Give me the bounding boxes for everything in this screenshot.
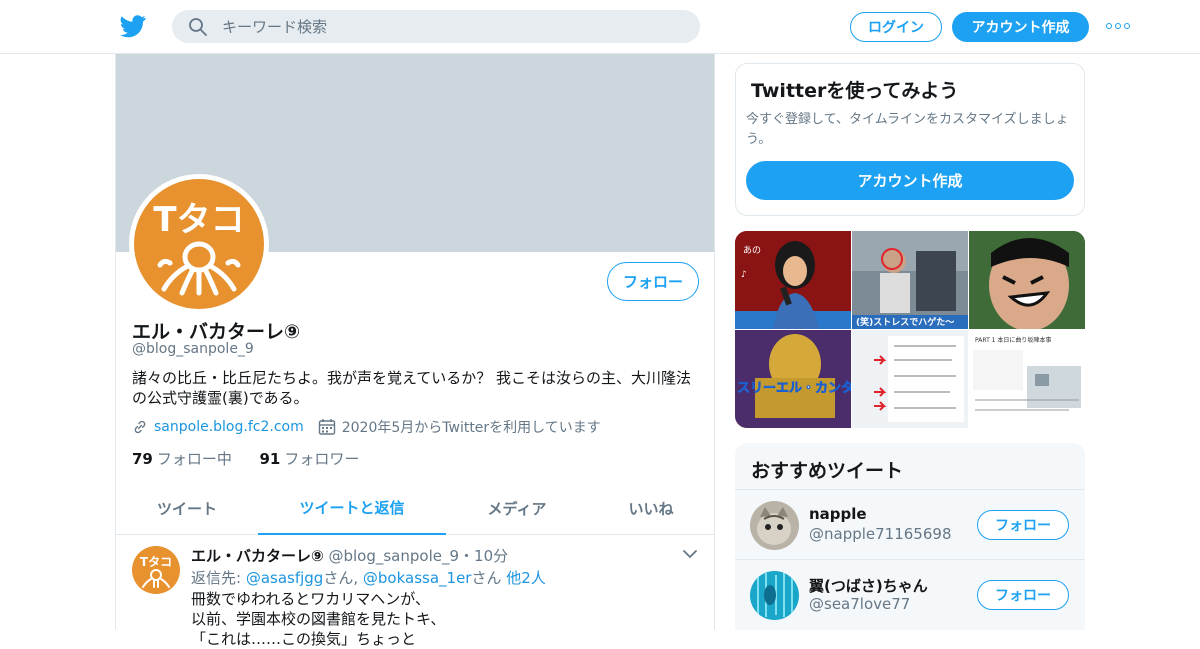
document-photo: PART 1 本日に曲り坂陣本事 xyxy=(969,330,1085,428)
search-icon xyxy=(189,18,207,36)
follow-stats: 79 フォロー中 91 フォロワー xyxy=(132,448,359,469)
signup-card-subtitle: 今すぐ登録して、タイムラインをカスタマイズしましょう。 xyxy=(746,112,1069,147)
recommended-user-row[interactable]: 翼(つばさ)ちゃん @sea7love77 フォロー xyxy=(735,559,1085,629)
tweet-header: エル・バカターレ⑨ @blog_sanpole_9・10分 xyxy=(191,545,508,566)
profile-website-link[interactable]: sanpole.blog.fc2.com xyxy=(154,419,304,435)
signup-button[interactable]: アカウント作成 xyxy=(952,12,1089,42)
face-photo xyxy=(969,231,1085,329)
profile-name: エル・バカターレ⑨ xyxy=(132,321,301,343)
svg-text:あの: あの xyxy=(743,245,761,256)
media-thumbnail[interactable]: スリーエル・カンターレ xyxy=(735,330,851,428)
cat-photo xyxy=(750,501,799,550)
street-photo: (笑)ストレスでハゲた～ xyxy=(852,231,968,329)
follow-button[interactable]: フォロー xyxy=(607,262,699,301)
svg-text:Tタコ: Tタコ xyxy=(140,555,172,569)
dot xyxy=(1115,23,1121,29)
follow-button[interactable]: フォロー xyxy=(977,580,1069,610)
following-label: フォロー中 xyxy=(156,450,232,468)
link-icon xyxy=(134,420,146,434)
profile-column: Tタコ フォロー エル・バカターレ⑨ @blog_sanpole_9 諸々の比丘… xyxy=(115,54,715,648)
twitter-bird-icon[interactable] xyxy=(120,14,146,38)
followers-label: フォロワー xyxy=(284,450,360,468)
login-button[interactable]: ログイン xyxy=(850,12,942,42)
tweet-line: 「これは……この換気」ちょっと xyxy=(191,630,417,648)
tab-tweets-and-replies[interactable]: ツイートと返信 xyxy=(258,482,446,535)
follow-button[interactable]: フォロー xyxy=(977,510,1069,540)
joined-date: 2020年5月からTwitterを利用しています xyxy=(341,420,601,436)
top-navigation: ログイン アカウント作成 xyxy=(0,0,1200,54)
reply-user-link[interactable]: @bokassa_1er xyxy=(363,569,472,587)
tweet-time[interactable]: 10分 xyxy=(474,547,508,565)
recommended-tweets: おすすめツイート napple @napple71165698 フォロー 翼(つ… xyxy=(735,443,1085,630)
reply-san: さん, xyxy=(323,569,363,587)
reply-others-link[interactable]: 他2人 xyxy=(506,569,546,587)
calendar-icon xyxy=(318,419,335,435)
media-thumbnail[interactable]: あの ♪ xyxy=(735,231,851,329)
golden-statue-graphic: スリーエル・カンターレ xyxy=(735,330,851,428)
profile-bio: 諸々の比丘・比丘尼たちよ。我が声を覚えているか？ 我こそは汝らの主、大川隆法の公… xyxy=(132,369,692,407)
reply-san: さん xyxy=(471,569,507,587)
user-handle[interactable]: @napple71165698 xyxy=(809,525,952,543)
tweet-screenshot-graphic xyxy=(852,330,968,428)
tweet-author-handle[interactable]: @blog_sanpole_9 xyxy=(328,547,459,565)
svg-text:スリーエル・カンターレ: スリーエル・カンターレ xyxy=(737,381,851,396)
recommended-title: おすすめツイート xyxy=(751,460,904,482)
tweet-author-name[interactable]: エル・バカターレ⑨ xyxy=(191,547,324,565)
tab-likes[interactable]: いいね xyxy=(588,482,714,535)
user-avatar[interactable] xyxy=(750,571,799,620)
dot xyxy=(1106,23,1112,29)
media-thumbnail[interactable]: PART 1 本日に曲り坂陣本事 xyxy=(969,330,1085,428)
svg-text:Tタコ: Tタコ xyxy=(153,200,244,240)
user-avatar[interactable] xyxy=(750,501,799,550)
followers-count: 91 xyxy=(259,450,281,468)
search-input[interactable] xyxy=(222,10,682,43)
svg-text:♪: ♪ xyxy=(741,270,747,280)
profile-avatar[interactable]: Tタコ xyxy=(129,174,269,314)
media-thumbnail[interactable] xyxy=(969,231,1085,329)
signup-card-title: Twitterを使ってみよう xyxy=(751,80,959,102)
tweet-separator: ・ xyxy=(459,547,475,565)
user-name[interactable]: 翼(つばさ)ちゃん xyxy=(809,575,928,596)
signup-card-button[interactable]: アカウント作成 xyxy=(746,161,1074,200)
tab-media[interactable]: メディア xyxy=(446,482,588,535)
search-box[interactable] xyxy=(172,10,700,43)
tweet-item[interactable]: Tタコ エル・バカターレ⑨ @blog_sanpole_9・10分 返信先: @… xyxy=(116,536,714,648)
signup-card: Twitterを使ってみよう 今すぐ登録して、タイムラインをカスタマイズしましょ… xyxy=(735,63,1085,216)
profile-handle: @blog_sanpole_9 xyxy=(132,341,254,357)
recommended-user-row[interactable]: napple @napple71165698 フォロー xyxy=(735,489,1085,559)
media-thumbnail[interactable] xyxy=(852,330,968,428)
more-dots-icon[interactable] xyxy=(1106,23,1130,31)
tweet-avatar[interactable]: Tタコ xyxy=(132,546,180,594)
svg-text:(笑)ストレスでハゲた～: (笑)ストレスでハゲた～ xyxy=(856,316,954,328)
chevron-down-icon[interactable] xyxy=(682,548,698,560)
dot xyxy=(1124,23,1130,29)
media-grid: あの ♪ (笑)ストレスでハゲた～ スリーエル・カンターレ xyxy=(735,231,1085,428)
tweet-line: 冊数でゆわれるとワカリマヘンが、 xyxy=(191,590,430,608)
following-count: 79 xyxy=(132,450,153,468)
tweet-reply-to: 返信先: @asasfjggさん, @bokassa_1erさん 他2人 xyxy=(191,567,546,588)
following-stat[interactable]: 79 フォロー中 xyxy=(132,450,232,468)
octopus-logo-icon: Tタコ xyxy=(140,555,172,588)
followers-stat[interactable]: 91 フォロワー xyxy=(259,450,359,468)
tab-tweets[interactable]: ツイート xyxy=(116,482,258,535)
user-name[interactable]: napple xyxy=(809,505,867,523)
profile-meta: sanpole.blog.fc2.com 2020年5月からTwitterを利用… xyxy=(132,417,601,437)
user-handle[interactable]: @sea7love77 xyxy=(809,595,910,613)
blue-pattern-image xyxy=(750,571,799,620)
tweet-line: 以前、学園本校の図書館を見たトキ、 xyxy=(191,610,446,628)
tweet-text: 冊数でゆわれるとワカリマヘンが、 以前、学園本校の図書館を見たトキ、 「これは…… xyxy=(191,589,691,649)
singer-illustration: あの ♪ xyxy=(735,231,851,329)
svg-text:PART 1 本日に曲り坂陣本事: PART 1 本日に曲り坂陣本事 xyxy=(975,336,1051,344)
octopus-logo-icon: Tタコ xyxy=(153,200,245,296)
media-thumbnail[interactable]: (笑)ストレスでハゲた～ xyxy=(852,231,968,329)
profile-tabs: ツイート ツイートと返信 メディア いいね xyxy=(116,482,714,535)
reply-prefix: 返信先: xyxy=(191,569,246,587)
reply-user-link[interactable]: @asasfjgg xyxy=(246,569,324,587)
